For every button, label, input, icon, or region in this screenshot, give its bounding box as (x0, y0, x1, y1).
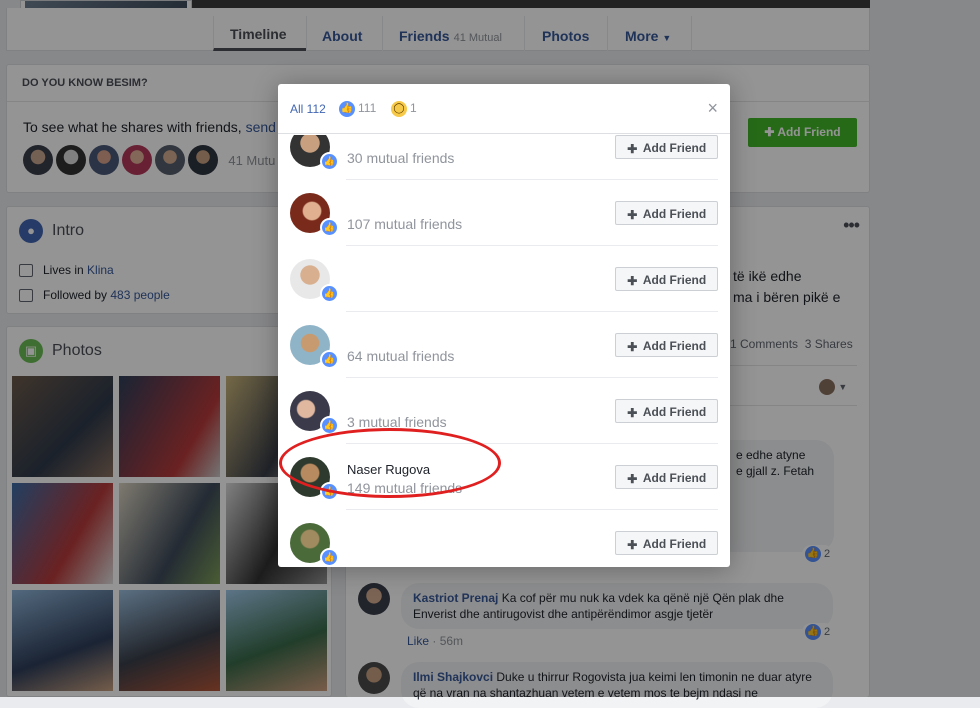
like-icon: 👍 (320, 218, 339, 237)
list-item: 👍 ✚ Add Friend (278, 510, 730, 567)
tab-all-reactions[interactable]: All 112 (290, 102, 326, 116)
like-icon: 👍 (320, 350, 339, 369)
like-icon: 👍 (320, 284, 339, 303)
add-person-icon: ✚ (627, 406, 638, 420)
add-friend-button[interactable]: ✚ Add Friend (615, 135, 718, 159)
like-icon: 👍 (339, 101, 355, 117)
list-item: 👍 64 mutual friends ✚ Add Friend (278, 312, 730, 378)
add-person-icon: ✚ (627, 142, 638, 156)
add-friend-button[interactable]: ✚ Add Friend (615, 399, 718, 423)
list-item: 👍 107 mutual friends ✚ Add Friend (278, 180, 730, 246)
mutual-friends[interactable]: 30 mutual friends (347, 150, 454, 166)
like-icon: 👍 (320, 548, 339, 567)
add-friend-button[interactable]: ✚ Add Friend (615, 531, 718, 555)
list-item: 👍 ✚ Add Friend (278, 246, 730, 312)
tab-like-reactions[interactable]: 👍 111 (339, 101, 376, 117)
reactions-list: 👍 30 mutual friends ✚ Add Friend 👍 107 mu… (278, 135, 730, 567)
add-person-icon: ✚ (627, 472, 638, 486)
add-friend-button[interactable]: ✚ Add Friend (615, 333, 718, 357)
add-person-icon: ✚ (627, 208, 638, 222)
tab-wow-reactions[interactable]: ◯ 1 (391, 101, 417, 117)
wow-icon: ◯ (391, 101, 407, 117)
add-friend-button[interactable]: ✚ Add Friend (615, 201, 718, 225)
list-item: 👍 30 mutual friends ✚ Add Friend (278, 135, 730, 180)
add-friend-button[interactable]: ✚ Add Friend (615, 267, 718, 291)
reaction-tabs: All 112 👍 111 ◯ 1 × (278, 84, 730, 134)
mutual-friends[interactable]: 107 mutual friends (347, 216, 462, 232)
add-person-icon: ✚ (627, 538, 638, 552)
like-icon: 👍 (320, 152, 339, 171)
add-person-icon: ✚ (627, 340, 638, 354)
add-person-icon: ✚ (627, 274, 638, 288)
close-icon[interactable]: × (707, 98, 718, 119)
mutual-friends[interactable]: 64 mutual friends (347, 348, 454, 364)
add-friend-button[interactable]: ✚ Add Friend (615, 465, 718, 489)
highlight-ellipse (279, 428, 501, 498)
